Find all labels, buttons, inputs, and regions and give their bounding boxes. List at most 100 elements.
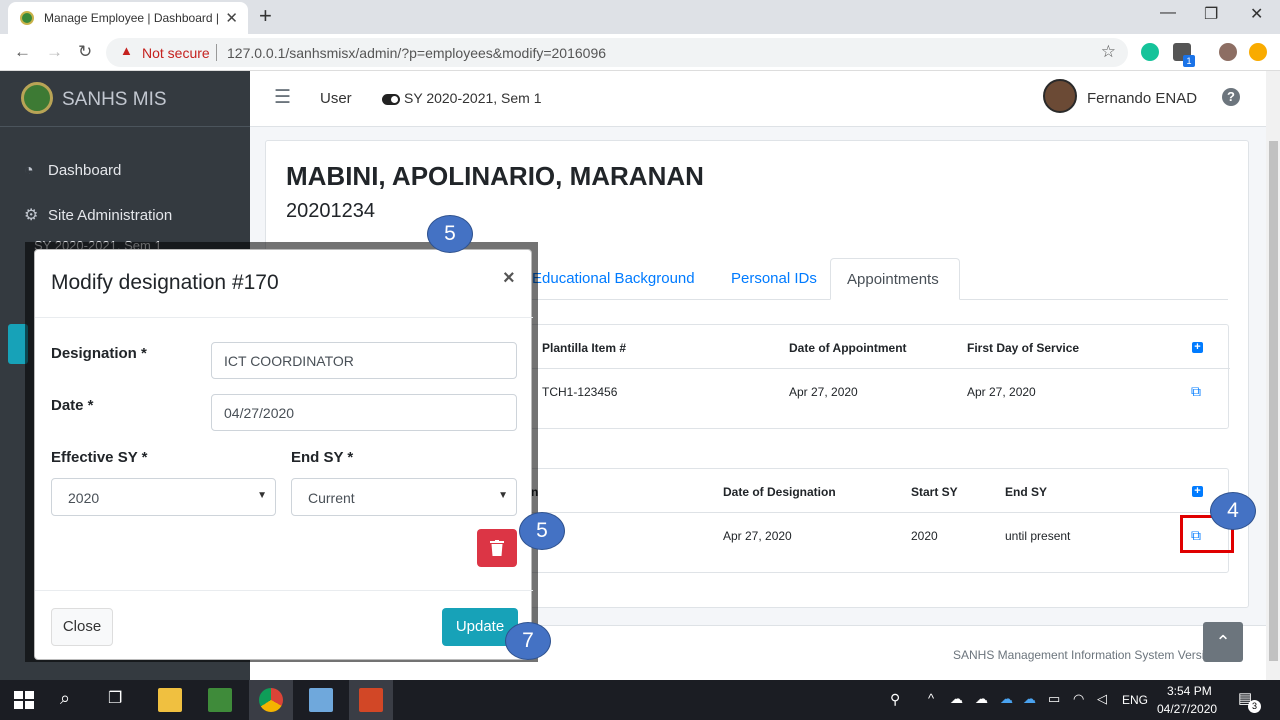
browser-tab-bar: Manage Employee | Dashboard | ✕ + — ❐ ✕ — [0, 0, 1280, 34]
add-designation-icon[interactable]: + — [1192, 486, 1203, 497]
minimize-icon[interactable]: — — [1160, 4, 1176, 22]
tab-personal-ids[interactable]: Personal IDs — [731, 270, 817, 287]
tab-educational-background[interactable]: Educational Background — [532, 270, 695, 287]
language-indicator[interactable]: ENG — [1122, 693, 1148, 707]
modify-designation-modal: Modify designation #170 × Designation * … — [34, 249, 533, 660]
effective-sy-select[interactable]: 2020 ▼ — [51, 478, 276, 516]
new-tab-button[interactable]: + — [259, 3, 272, 29]
file-explorer-icon[interactable] — [158, 688, 182, 712]
row-divider — [521, 512, 1230, 513]
cloud-upload-icon[interactable]: ☁ — [950, 691, 963, 707]
first-day-of-service-cell: Apr 27, 2020 — [967, 385, 1036, 399]
end-sy-select[interactable]: Current ▼ — [291, 478, 517, 516]
notification-count: 3 — [1248, 700, 1261, 713]
brand[interactable]: SANHS MIS — [0, 71, 250, 127]
brand-name: SANHS MIS — [62, 89, 167, 110]
end-sy-value: Current — [308, 490, 355, 506]
volume-icon[interactable]: ◁ — [1097, 691, 1107, 707]
user-menu-link[interactable]: User — [320, 90, 352, 107]
window-close-icon[interactable]: ✕ — [1250, 4, 1263, 24]
row-divider — [521, 368, 1230, 369]
sy-switch[interactable]: SY 2020-2021, Sem 1 — [382, 90, 542, 106]
date-of-appointment-cell: Apr 27, 2020 — [789, 385, 858, 399]
task-view-icon[interactable]: ❐ — [108, 688, 132, 712]
date-label: Date * — [51, 397, 94, 414]
chevron-down-icon: ▼ — [257, 490, 267, 501]
extension-orange-icon[interactable] — [1249, 43, 1267, 61]
clock-time[interactable]: 3:54 PM — [1167, 684, 1212, 698]
effective-sy-value: 2020 — [68, 490, 100, 506]
reload-icon[interactable]: ↻ — [78, 42, 92, 62]
omnibox-divider — [216, 44, 217, 61]
windows-start-icon[interactable] — [12, 688, 36, 712]
step-badge: 5 — [427, 215, 473, 253]
user-name[interactable]: Fernando ENAD — [1087, 90, 1197, 107]
footer-text: SANHS Management Information System Vers… — [953, 648, 1212, 662]
column-header: Date of Appointment — [789, 341, 907, 355]
employee-id: 20201234 — [286, 200, 375, 222]
onedrive-icon[interactable]: ☁ — [1000, 691, 1013, 707]
edit-appointment-icon[interactable]: ⧉ — [1191, 383, 1205, 399]
url-text[interactable]: 127.0.0.1/sanhsmisx/admin/?p=employees&m… — [227, 45, 606, 61]
browser-tab[interactable]: Manage Employee | Dashboard | ✕ — [8, 2, 248, 34]
app-icon[interactable] — [208, 688, 232, 712]
network-icon[interactable]: ▭ — [1048, 691, 1060, 707]
grammarly-extension-icon[interactable] — [1141, 43, 1159, 61]
forward-icon[interactable]: → — [46, 42, 63, 62]
sidebar-item-site-administration[interactable]: ⚙ Site Administration — [24, 205, 172, 225]
site-favicon-icon — [20, 11, 34, 25]
menu-toggle-icon[interactable]: ☰ — [274, 86, 291, 109]
start-sy-cell: 2020 — [911, 529, 938, 543]
back-icon[interactable]: ← — [14, 42, 31, 62]
column-header: Start SY — [911, 485, 958, 499]
clock-date[interactable]: 04/27/2020 — [1157, 702, 1217, 716]
sidebar-item-label: Dashboard — [48, 162, 122, 179]
tachometer-icon: ◔ — [24, 162, 34, 179]
column-header: Plantilla Item # — [542, 341, 627, 355]
powerpoint-icon[interactable] — [359, 688, 383, 712]
profile-avatar[interactable] — [1219, 43, 1237, 61]
help-icon[interactable]: ? — [1222, 88, 1240, 106]
page-scrollbar[interactable] — [1266, 71, 1280, 680]
bookmark-star-icon[interactable]: ☆ — [1101, 42, 1116, 62]
restore-icon[interactable]: ❐ — [1204, 4, 1218, 24]
designation-label: Designation * — [51, 345, 147, 362]
onedrive-icon[interactable]: ☁ — [1023, 691, 1036, 707]
people-icon[interactable]: ⚲ — [890, 691, 900, 708]
modal-footer-divider — [35, 590, 533, 591]
tab-title: Manage Employee | Dashboard | — [44, 11, 220, 25]
wifi-icon[interactable]: ◠ — [1073, 691, 1084, 707]
modal-header-divider — [35, 317, 533, 318]
omnibox[interactable]: ▲ Not secure 127.0.0.1/sanhsmisx/admin/?… — [106, 38, 1128, 67]
employee-name: MABINI, APOLINARIO, MARANAN — [286, 161, 704, 191]
date-field[interactable]: 04/27/2020 — [211, 394, 517, 431]
avatar[interactable] — [1043, 79, 1077, 113]
not-secure-label: Not secure — [142, 45, 210, 61]
scrollbar-thumb[interactable] — [1269, 141, 1278, 661]
designation-field[interactable]: ICT COORDINATOR — [211, 342, 517, 379]
modal-close-icon[interactable]: × — [503, 267, 515, 290]
add-appointment-icon[interactable]: + — [1192, 342, 1203, 353]
end-sy-label: End SY * — [291, 449, 354, 466]
modal-title: Modify designation #170 — [51, 271, 279, 294]
back-to-top-button[interactable]: ⌃ — [1203, 622, 1243, 662]
column-header: End SY — [1005, 485, 1048, 499]
search-icon[interactable]: ⌕ — [60, 688, 84, 712]
extension-badge: 1 — [1183, 55, 1195, 67]
tab-appointments[interactable]: Appointments — [830, 258, 960, 300]
step-badge: 4 — [1210, 492, 1256, 530]
date-of-designation-cell: Apr 27, 2020 — [723, 529, 792, 543]
sidebar-item-dashboard[interactable]: ◔ Dashboard — [24, 162, 121, 180]
delete-button[interactable] — [477, 529, 517, 567]
close-button[interactable]: Close — [51, 608, 113, 646]
toggle-icon — [382, 93, 400, 105]
step-badge: 5 — [519, 512, 565, 550]
app-icon[interactable] — [309, 688, 333, 712]
cloud-upload-icon[interactable]: ☁ — [975, 691, 988, 707]
sy-label: SY 2020-2021, Sem 1 — [404, 90, 542, 106]
chrome-icon[interactable] — [259, 688, 283, 712]
tab-close-icon[interactable]: ✕ — [225, 9, 238, 27]
cogs-icon: ⚙ — [24, 207, 39, 224]
chevron-up-icon[interactable]: ^ — [928, 691, 934, 706]
column-header: First Day of Service — [967, 341, 1080, 355]
